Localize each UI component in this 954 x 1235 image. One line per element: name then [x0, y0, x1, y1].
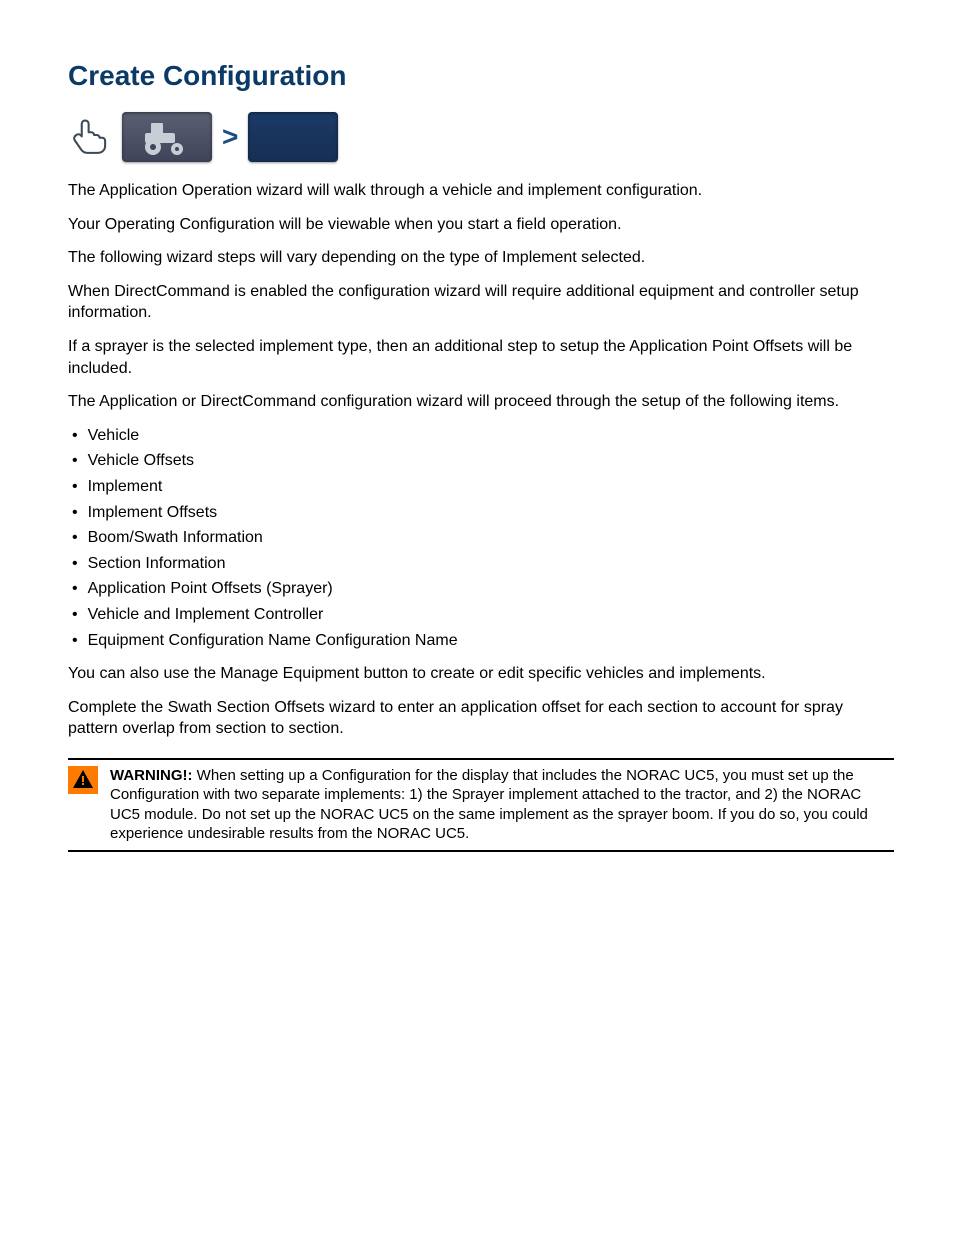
list-item: Vehicle	[68, 425, 894, 447]
list-item: Implement	[68, 476, 894, 498]
warning-text: WARNING!: When setting up a Configuratio…	[110, 766, 894, 844]
setup-items-list: Vehicle Vehicle Offsets Implement Implem…	[68, 425, 894, 651]
list-item: Implement Offsets	[68, 502, 894, 524]
intro-paragraph-6: The Application or DirectCommand configu…	[68, 391, 894, 413]
intro-paragraph-5: If a sprayer is the selected implement t…	[68, 336, 894, 379]
list-item: Equipment Configuration Name Configurati…	[68, 630, 894, 652]
warning-callout: WARNING!: When setting up a Configuratio…	[68, 758, 894, 852]
list-item: Vehicle Offsets	[68, 450, 894, 472]
tractor-button[interactable]	[122, 112, 212, 162]
closing-paragraph-1: You can also use the Manage Equipment bu…	[68, 663, 894, 685]
list-item: Vehicle and Implement Controller	[68, 604, 894, 626]
closing-paragraph-2: Complete the Swath Section Offsets wizar…	[68, 697, 894, 740]
list-item: Section Information	[68, 553, 894, 575]
page-title: Create Configuration	[68, 60, 894, 92]
list-item: Boom/Swath Information	[68, 527, 894, 549]
intro-paragraph-4: When DirectCommand is enabled the config…	[68, 281, 894, 324]
next-step-button[interactable]	[248, 112, 338, 162]
intro-paragraph-1: The Application Operation wizard will wa…	[68, 180, 894, 202]
warning-icon	[68, 766, 98, 794]
nav-strip: >	[68, 112, 894, 162]
pointing-hand-icon	[68, 113, 112, 162]
list-item: Application Point Offsets (Sprayer)	[68, 578, 894, 600]
manual-page: Create Configuration > The Application O	[0, 0, 954, 930]
intro-paragraph-3: The following wizard steps will vary dep…	[68, 247, 894, 269]
intro-paragraph-2: Your Operating Configuration will be vie…	[68, 214, 894, 236]
nav-arrow-icon: >	[222, 121, 238, 153]
